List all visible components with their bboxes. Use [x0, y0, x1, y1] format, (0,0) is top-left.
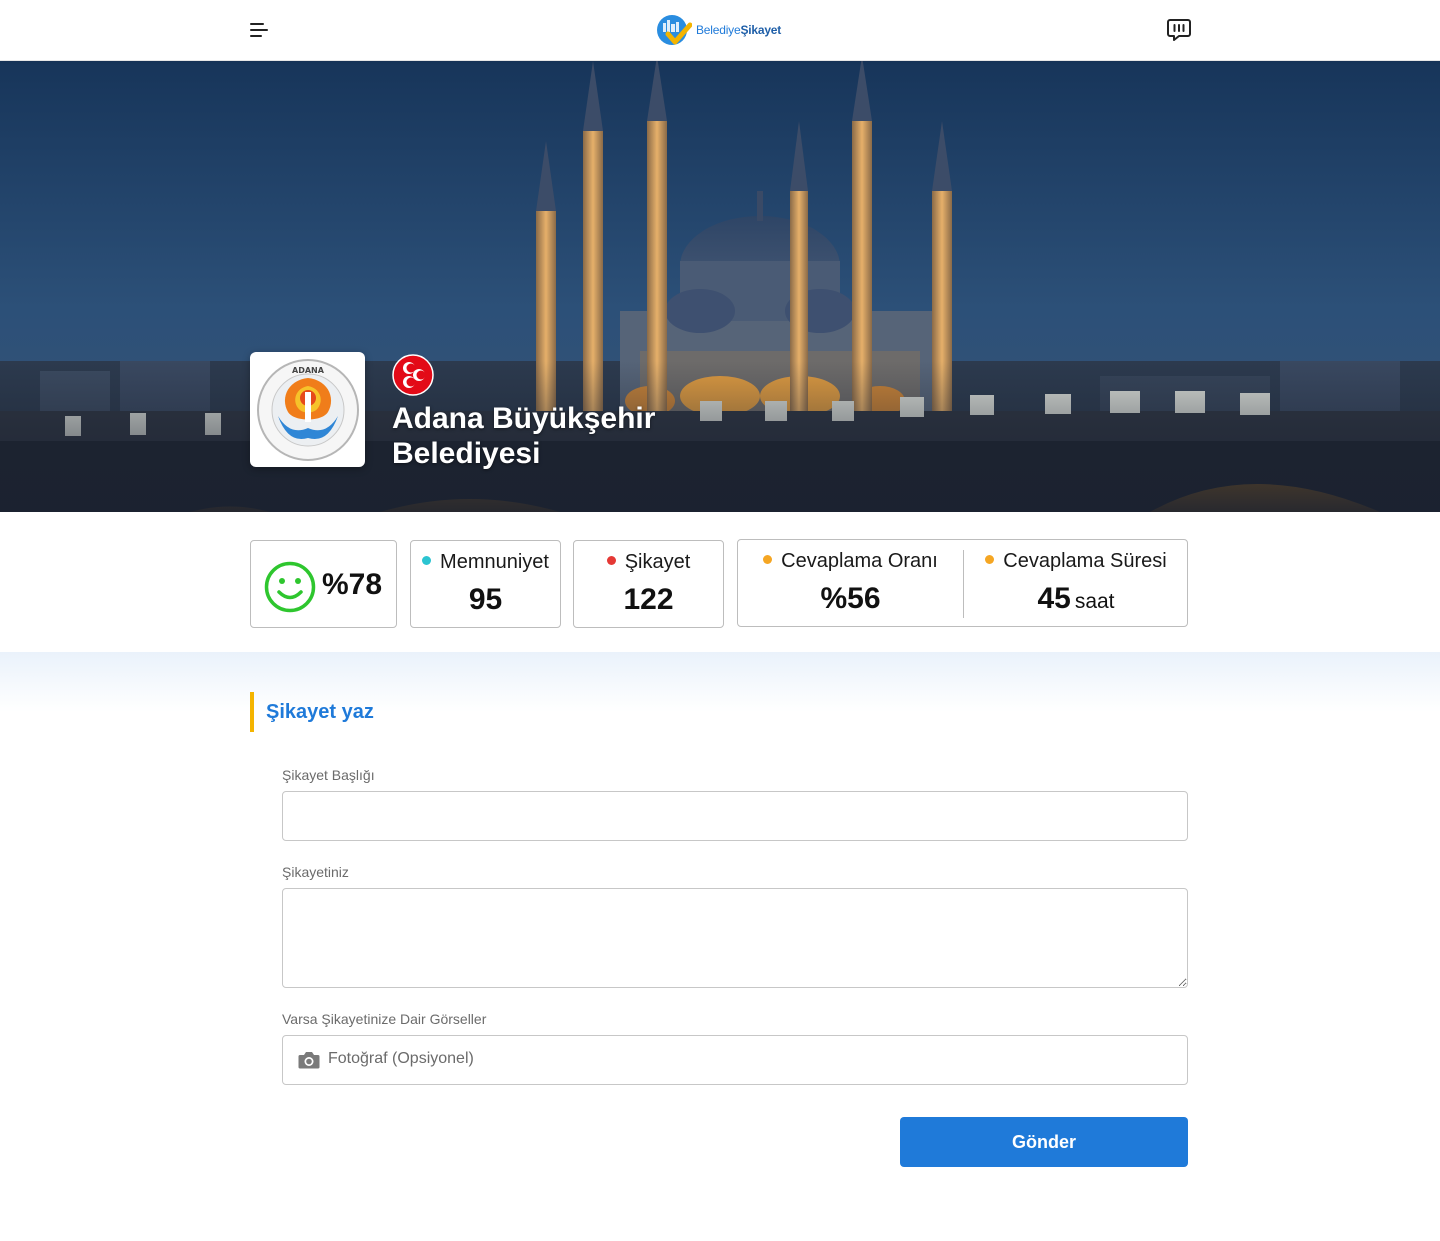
mosque-night-scene-image — [0, 61, 1440, 512]
sikayet-dot-icon — [606, 556, 616, 566]
complaint-body-textarea[interactable] — [282, 888, 1188, 988]
photo-upload-placeholder: Fotoğraf (Opsiyonel) — [328, 1050, 474, 1067]
complaint-title-input[interactable] — [282, 791, 1188, 841]
cevaplama-suresi-block: Cevaplama Süresi 45 saat — [964, 540, 1188, 626]
feedback-chat-icon[interactable] — [1166, 17, 1192, 43]
cevaplama-suresi-value: 45 saat — [964, 582, 1188, 616]
cevaplama-suresi-number: 45 — [1037, 582, 1071, 615]
complaint-body-label: Şikayetiniz — [282, 864, 349, 880]
response-stats-card: Cevaplama Oranı %56 Cevaplama Süresi 45 s… — [737, 539, 1188, 627]
cevaplama-orani-label: Cevaplama Oranı — [738, 550, 963, 573]
sikayet-label-text: Şikayet — [624, 551, 691, 573]
hero-banner: ADANA Adana Büyükşehir Belediyesi — [0, 61, 1440, 512]
sikayet-card: Şikayet 122 — [573, 540, 724, 628]
cevaplama-orani-value: %56 — [820, 582, 881, 615]
cevaplama-suresi-dot-icon — [985, 555, 995, 565]
memnuniyet-label: Memnuniyet — [411, 551, 560, 574]
complaint-form-section: Şikayet yaz Şikayet Başlığı Şikayetiniz … — [0, 652, 1440, 1241]
satisfaction-percent: %78 — [322, 568, 383, 601]
logo-mark-icon — [657, 15, 692, 45]
photo-upload-label: Varsa Şikayetinize Dair Görseller — [282, 1011, 487, 1027]
site-logo[interactable]: BelediyeŞikayet — [656, 13, 781, 47]
cevaplama-suresi-label: Cevaplama Süresi — [964, 550, 1188, 573]
logo-text: BelediyeŞikayet — [696, 23, 781, 37]
cevaplama-suresi-unit: saat — [1074, 590, 1115, 613]
top-navigation-bar: BelediyeŞikayet — [0, 0, 1440, 61]
hamburger-menu-icon[interactable] — [248, 20, 270, 40]
memnuniyet-card: Memnuniyet 95 — [410, 540, 561, 628]
complaint-title-label: Şikayet Başlığı — [282, 767, 375, 783]
logo-text-part1: Belediye — [696, 23, 741, 37]
municipality-logo: ADANA — [250, 352, 365, 467]
photo-upload-field[interactable]: Fotoğraf (Opsiyonel) — [282, 1035, 1188, 1085]
cevaplama-orani-dot-icon — [763, 555, 773, 565]
cevaplama-suresi-label-text: Cevaplama Süresi — [1003, 550, 1167, 572]
cevaplama-orani-block: Cevaplama Oranı %56 — [738, 540, 963, 626]
submit-button[interactable]: Gönder — [900, 1117, 1188, 1167]
memnuniyet-value: 95 — [468, 583, 503, 616]
cevaplama-orani-label-text: Cevaplama Oranı — [781, 550, 938, 572]
sikayet-value: 122 — [623, 583, 674, 616]
municipality-logo-text-top: ADANA — [292, 366, 325, 375]
section-title: Şikayet yaz — [250, 692, 374, 732]
party-logo — [392, 354, 434, 396]
satisfaction-card: %78 — [250, 540, 397, 628]
memnuniyet-label-text: Memnuniyet — [440, 551, 549, 573]
camera-icon — [298, 1052, 320, 1069]
smiley-face-icon — [264, 561, 316, 613]
municipality-name: Adana Büyükşehir Belediyesi — [392, 402, 656, 470]
logo-text-part2: Şikayet — [740, 23, 782, 37]
sikayet-label: Şikayet — [574, 551, 723, 574]
memnuniyet-dot-icon — [422, 556, 432, 566]
